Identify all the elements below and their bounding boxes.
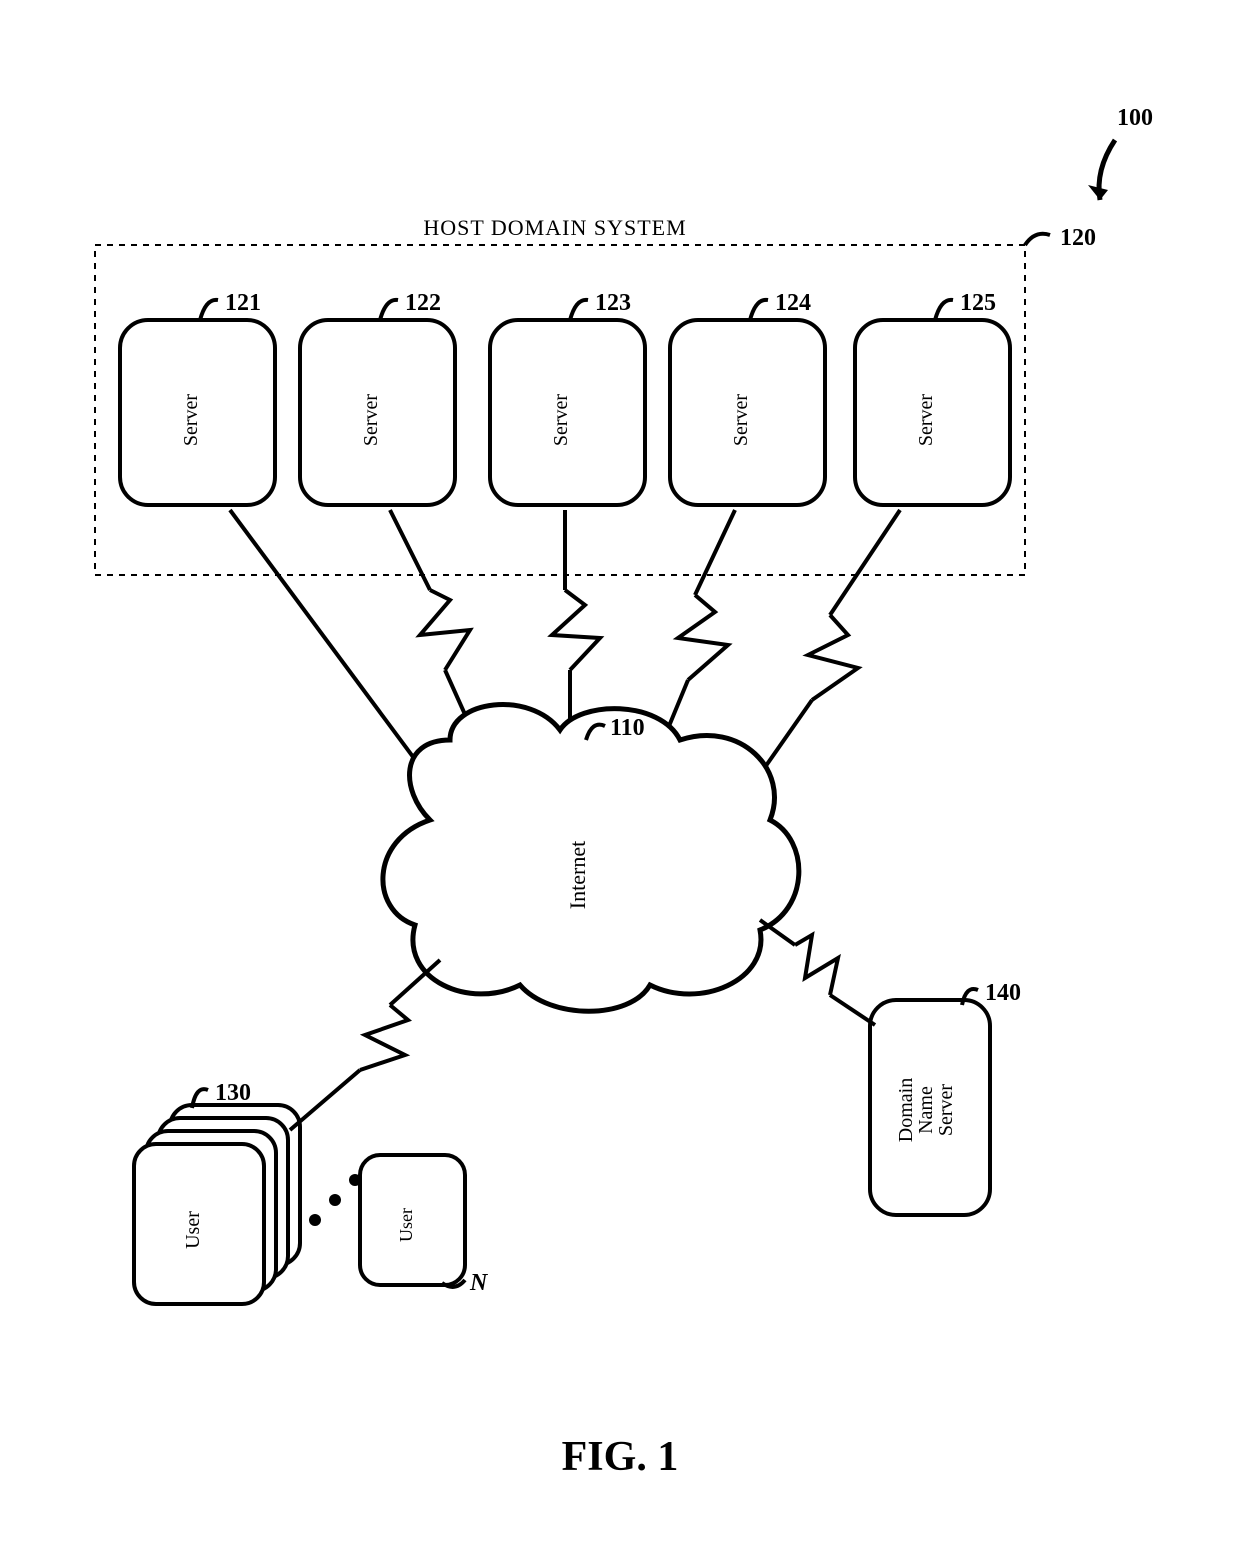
server-2-ref-arc	[380, 300, 398, 320]
cloud-icon	[383, 705, 799, 1012]
user-n-label: User	[396, 1208, 416, 1242]
dns-line2: Name	[915, 1086, 937, 1134]
host-domain-ref: 120	[1060, 225, 1096, 251]
server-5-label: Server	[915, 394, 937, 447]
server-3-label: Server	[550, 394, 572, 447]
dns-block: Domain Name Server 140	[870, 980, 1021, 1215]
user-connection	[290, 960, 440, 1130]
server-3-ref: 123	[595, 290, 631, 316]
ref-overall-label: 100	[1117, 105, 1153, 131]
server-2: Server 122	[300, 290, 455, 505]
dns-line3: Server	[935, 1084, 957, 1137]
server-1: Server 121	[120, 290, 275, 505]
server-4: Server 124	[670, 290, 825, 505]
server-2-ref: 122	[405, 290, 441, 316]
internet-label: Internet	[565, 841, 590, 909]
host-domain-ref-arc	[1025, 234, 1050, 245]
dns-connection	[760, 920, 875, 1025]
server-1-ref-arc	[200, 300, 218, 320]
server-1-ref: 121	[225, 290, 261, 316]
figure-label: FIG. 1	[562, 1434, 679, 1480]
server-5-ref: 125	[960, 290, 996, 316]
server-4-label: Server	[730, 394, 752, 447]
dns-ref: 140	[985, 980, 1021, 1006]
server-5: Server 125	[855, 290, 1010, 505]
server-3: Server 123	[490, 290, 645, 505]
server-4-ref: 124	[775, 290, 811, 316]
user-front-label: User	[182, 1211, 204, 1249]
dns-line1: Domain	[895, 1078, 917, 1142]
server-1-label: Server	[180, 394, 202, 447]
server-5-ref-arc	[935, 300, 953, 320]
server-2-label: Server	[360, 394, 382, 447]
user-stack: User 130	[134, 1080, 300, 1304]
ref-overall: 100	[1088, 105, 1153, 200]
ellipsis-icon	[309, 1174, 361, 1226]
user-n: User N	[360, 1155, 489, 1296]
server-4-ref-arc	[750, 300, 768, 320]
internet-ref: 110	[610, 715, 645, 741]
host-domain-title: HOST DOMAIN SYSTEM	[423, 215, 686, 240]
user-n-ref: N	[469, 1270, 489, 1296]
server-3-ref-arc	[570, 300, 588, 320]
internet-cloud: Internet 110	[383, 705, 799, 1012]
user-front-ref: 130	[215, 1080, 251, 1106]
